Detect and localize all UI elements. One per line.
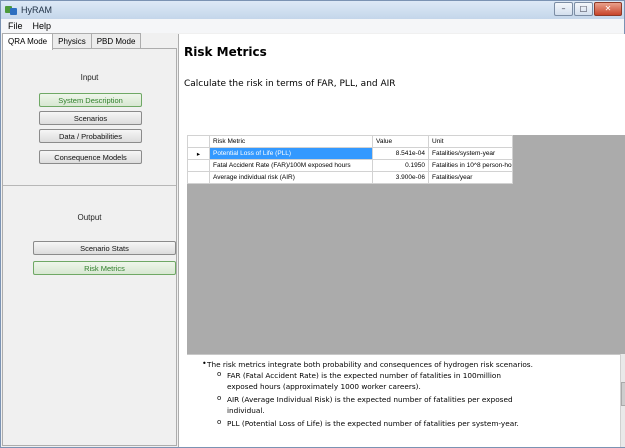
note-main: The risk metrics integrate both probabil… [207, 360, 533, 369]
notes-scrollbar-thumb[interactable] [621, 382, 625, 406]
sub-bullet-icon: o [217, 394, 222, 402]
data-probabilities-button[interactable]: Data / Probabilities [39, 129, 142, 143]
mode-tabs: QRA Mode Physics PBD Mode [2, 33, 142, 50]
maximize-button[interactable]: □ [574, 2, 593, 16]
note-pll: PLL (Potential Loss of Life) is the expe… [227, 419, 519, 428]
risk-metrics-table[interactable]: Risk Metric Value Unit ▸ Potential Loss … [187, 135, 513, 184]
tab-pbd-mode[interactable]: PBD Mode [90, 33, 142, 49]
table-cell-metric[interactable]: Average individual risk (AIR) [209, 171, 373, 184]
table-cell-value[interactable]: 8.541e-04 [372, 147, 429, 160]
notes-scrollbar[interactable] [620, 354, 625, 447]
consequence-models-button[interactable]: Consequence Models [39, 150, 142, 164]
column-header-unit[interactable]: Unit [428, 135, 513, 148]
page-subtitle: Calculate the risk in terms of FAR, PLL,… [184, 79, 396, 89]
column-header-value[interactable]: Value [372, 135, 429, 148]
hyram-app-icon [5, 4, 17, 16]
bullet-icon: • [202, 359, 207, 368]
table-row[interactable]: Fatal Accident Rate (FAR)/100M exposed h… [187, 159, 513, 172]
risk-metrics-grid-area: Risk Metric Value Unit ▸ Potential Loss … [187, 135, 625, 355]
current-row-indicator-icon: ▸ [187, 147, 210, 160]
left-navigation-panel: Input System Description Scenarios Data … [2, 48, 177, 446]
table-cell-value[interactable]: 3.900e-06 [372, 171, 429, 184]
tab-physics[interactable]: Physics [52, 33, 92, 49]
tab-qra-mode[interactable]: QRA Mode [2, 33, 54, 50]
scenarios-button[interactable]: Scenarios [39, 111, 142, 125]
row-header-cell [187, 159, 210, 172]
table-cell-value[interactable]: 0.1950 [372, 159, 429, 172]
close-button[interactable]: ✕ [594, 2, 622, 16]
scenario-stats-button[interactable]: Scenario Stats [33, 241, 176, 255]
table-row[interactable]: ▸ Potential Loss of Life (PLL) 8.541e-04… [187, 147, 513, 160]
table-header-row: Risk Metric Value Unit [187, 135, 513, 148]
note-air-line-2: individual. [227, 406, 265, 415]
menu-bar: File Help [1, 19, 624, 33]
notes-panel: • The risk metrics integrate both probab… [187, 354, 620, 447]
minimize-button[interactable]: – [554, 2, 573, 16]
column-header-risk-metric[interactable]: Risk Metric [209, 135, 373, 148]
note-far-line-1: FAR (Fatal Accident Rate) is the expecte… [227, 371, 502, 380]
menu-file[interactable]: File [8, 21, 23, 31]
table-cell-unit[interactable]: Fatalities/system-year [428, 147, 513, 160]
input-section-label: Input [80, 73, 99, 82]
title-bar[interactable]: HyRAM – □ ✕ [1, 1, 624, 19]
output-section: Output Scenario Stats Risk Metrics [3, 191, 176, 447]
main-content: Risk Metrics Calculate the risk in terms… [178, 34, 625, 447]
row-header-cell [187, 171, 210, 184]
note-far-line-2: exposed hours (approximately 1000 worker… [227, 382, 421, 391]
menu-help[interactable]: Help [33, 21, 52, 31]
output-section-label: Output [77, 213, 102, 222]
table-cell-metric[interactable]: Fatal Accident Rate (FAR)/100M exposed h… [209, 159, 373, 172]
system-description-button[interactable]: System Description [39, 93, 142, 107]
table-cell-metric[interactable]: Potential Loss of Life (PLL) [209, 147, 373, 160]
note-air-line-1: AIR (Average Individual Risk) is the exp… [227, 395, 513, 404]
sub-bullet-icon: o [217, 370, 222, 378]
input-section: Input System Description Scenarios Data … [3, 49, 176, 186]
app-window: HyRAM – □ ✕ File Help QRA Mode Physics P… [0, 0, 625, 448]
table-cell-unit[interactable]: Fatalities/year [428, 171, 513, 184]
risk-metrics-button[interactable]: Risk Metrics [33, 261, 176, 275]
table-cell-unit[interactable]: Fatalities in 10^8 person-ho... [428, 159, 513, 172]
window-title: HyRAM [21, 5, 52, 15]
page-title: Risk Metrics [184, 45, 267, 59]
table-row[interactable]: Average individual risk (AIR) 3.900e-06 … [187, 171, 513, 184]
sub-bullet-icon: o [217, 418, 222, 426]
row-header-corner [187, 135, 210, 148]
window-controls: – □ ✕ [553, 2, 622, 16]
